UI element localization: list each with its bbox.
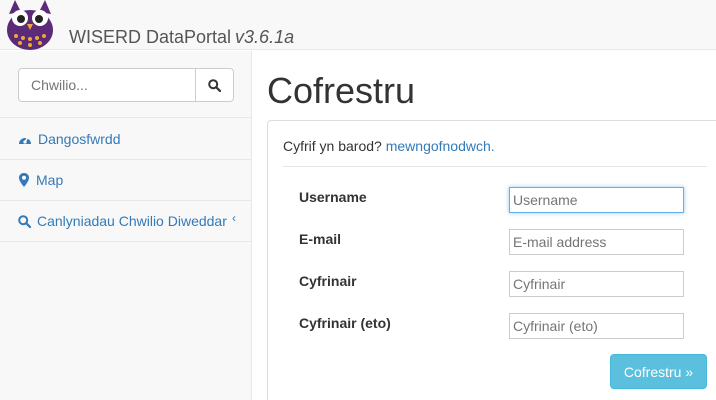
password-confirm-field[interactable] xyxy=(509,313,684,339)
username-label: Username xyxy=(299,189,367,205)
sidebar-item-label: Map xyxy=(36,172,64,188)
login-prompt-text: Cyfrif yn barod? xyxy=(283,138,382,154)
sidebar-item-dashboard[interactable]: Dangosfwrdd xyxy=(0,119,251,160)
app-version: v3.6.1a xyxy=(235,27,295,47)
page-title: Cofrestru xyxy=(267,70,416,111)
app-brand[interactable]: WISERD DataPortal v3.6.1a xyxy=(69,27,294,48)
owl-logo-icon[interactable] xyxy=(2,0,58,50)
search-icon xyxy=(208,78,221,92)
email-label: E-mail xyxy=(299,231,342,247)
sidebar-item-recent-searches[interactable]: Canlyniadau Chwilio Diweddar ‹ xyxy=(0,201,251,242)
sidebar-item-label: Canlyniadau Chwilio Diweddar xyxy=(37,213,227,229)
top-navbar: WISERD DataPortal v3.6.1a xyxy=(0,0,716,50)
chevron-left-icon[interactable]: ‹ xyxy=(232,211,236,225)
password-label: Cyfrinair xyxy=(299,273,357,289)
brand-name: WISERD DataPortal xyxy=(69,27,232,47)
map-marker-icon xyxy=(19,173,29,187)
sidebar-search xyxy=(0,51,251,118)
register-button[interactable]: Cofrestru » xyxy=(610,354,707,389)
password-field[interactable] xyxy=(509,271,684,297)
search-button[interactable] xyxy=(195,68,234,102)
username-field[interactable] xyxy=(509,187,684,213)
sidebar-item-label: Dangosfwrdd xyxy=(38,131,121,147)
dashboard-icon xyxy=(19,136,31,144)
password-confirm-label: Cyfrinair (eto) xyxy=(299,315,391,331)
sidebar: Dangosfwrdd Map Canlyniadau Chwilio Diwe… xyxy=(0,51,252,400)
divider xyxy=(283,166,707,167)
email-field[interactable] xyxy=(509,229,684,255)
sidebar-item-map[interactable]: Map xyxy=(0,160,251,201)
registration-panel: Cyfrif yn barod? mewngofnodwch. Username… xyxy=(267,120,716,400)
search-icon xyxy=(18,214,31,228)
search-input[interactable] xyxy=(18,68,196,102)
login-link[interactable]: mewngofnodwch. xyxy=(386,138,495,154)
login-prompt: Cyfrif yn barod? mewngofnodwch. xyxy=(283,138,495,154)
